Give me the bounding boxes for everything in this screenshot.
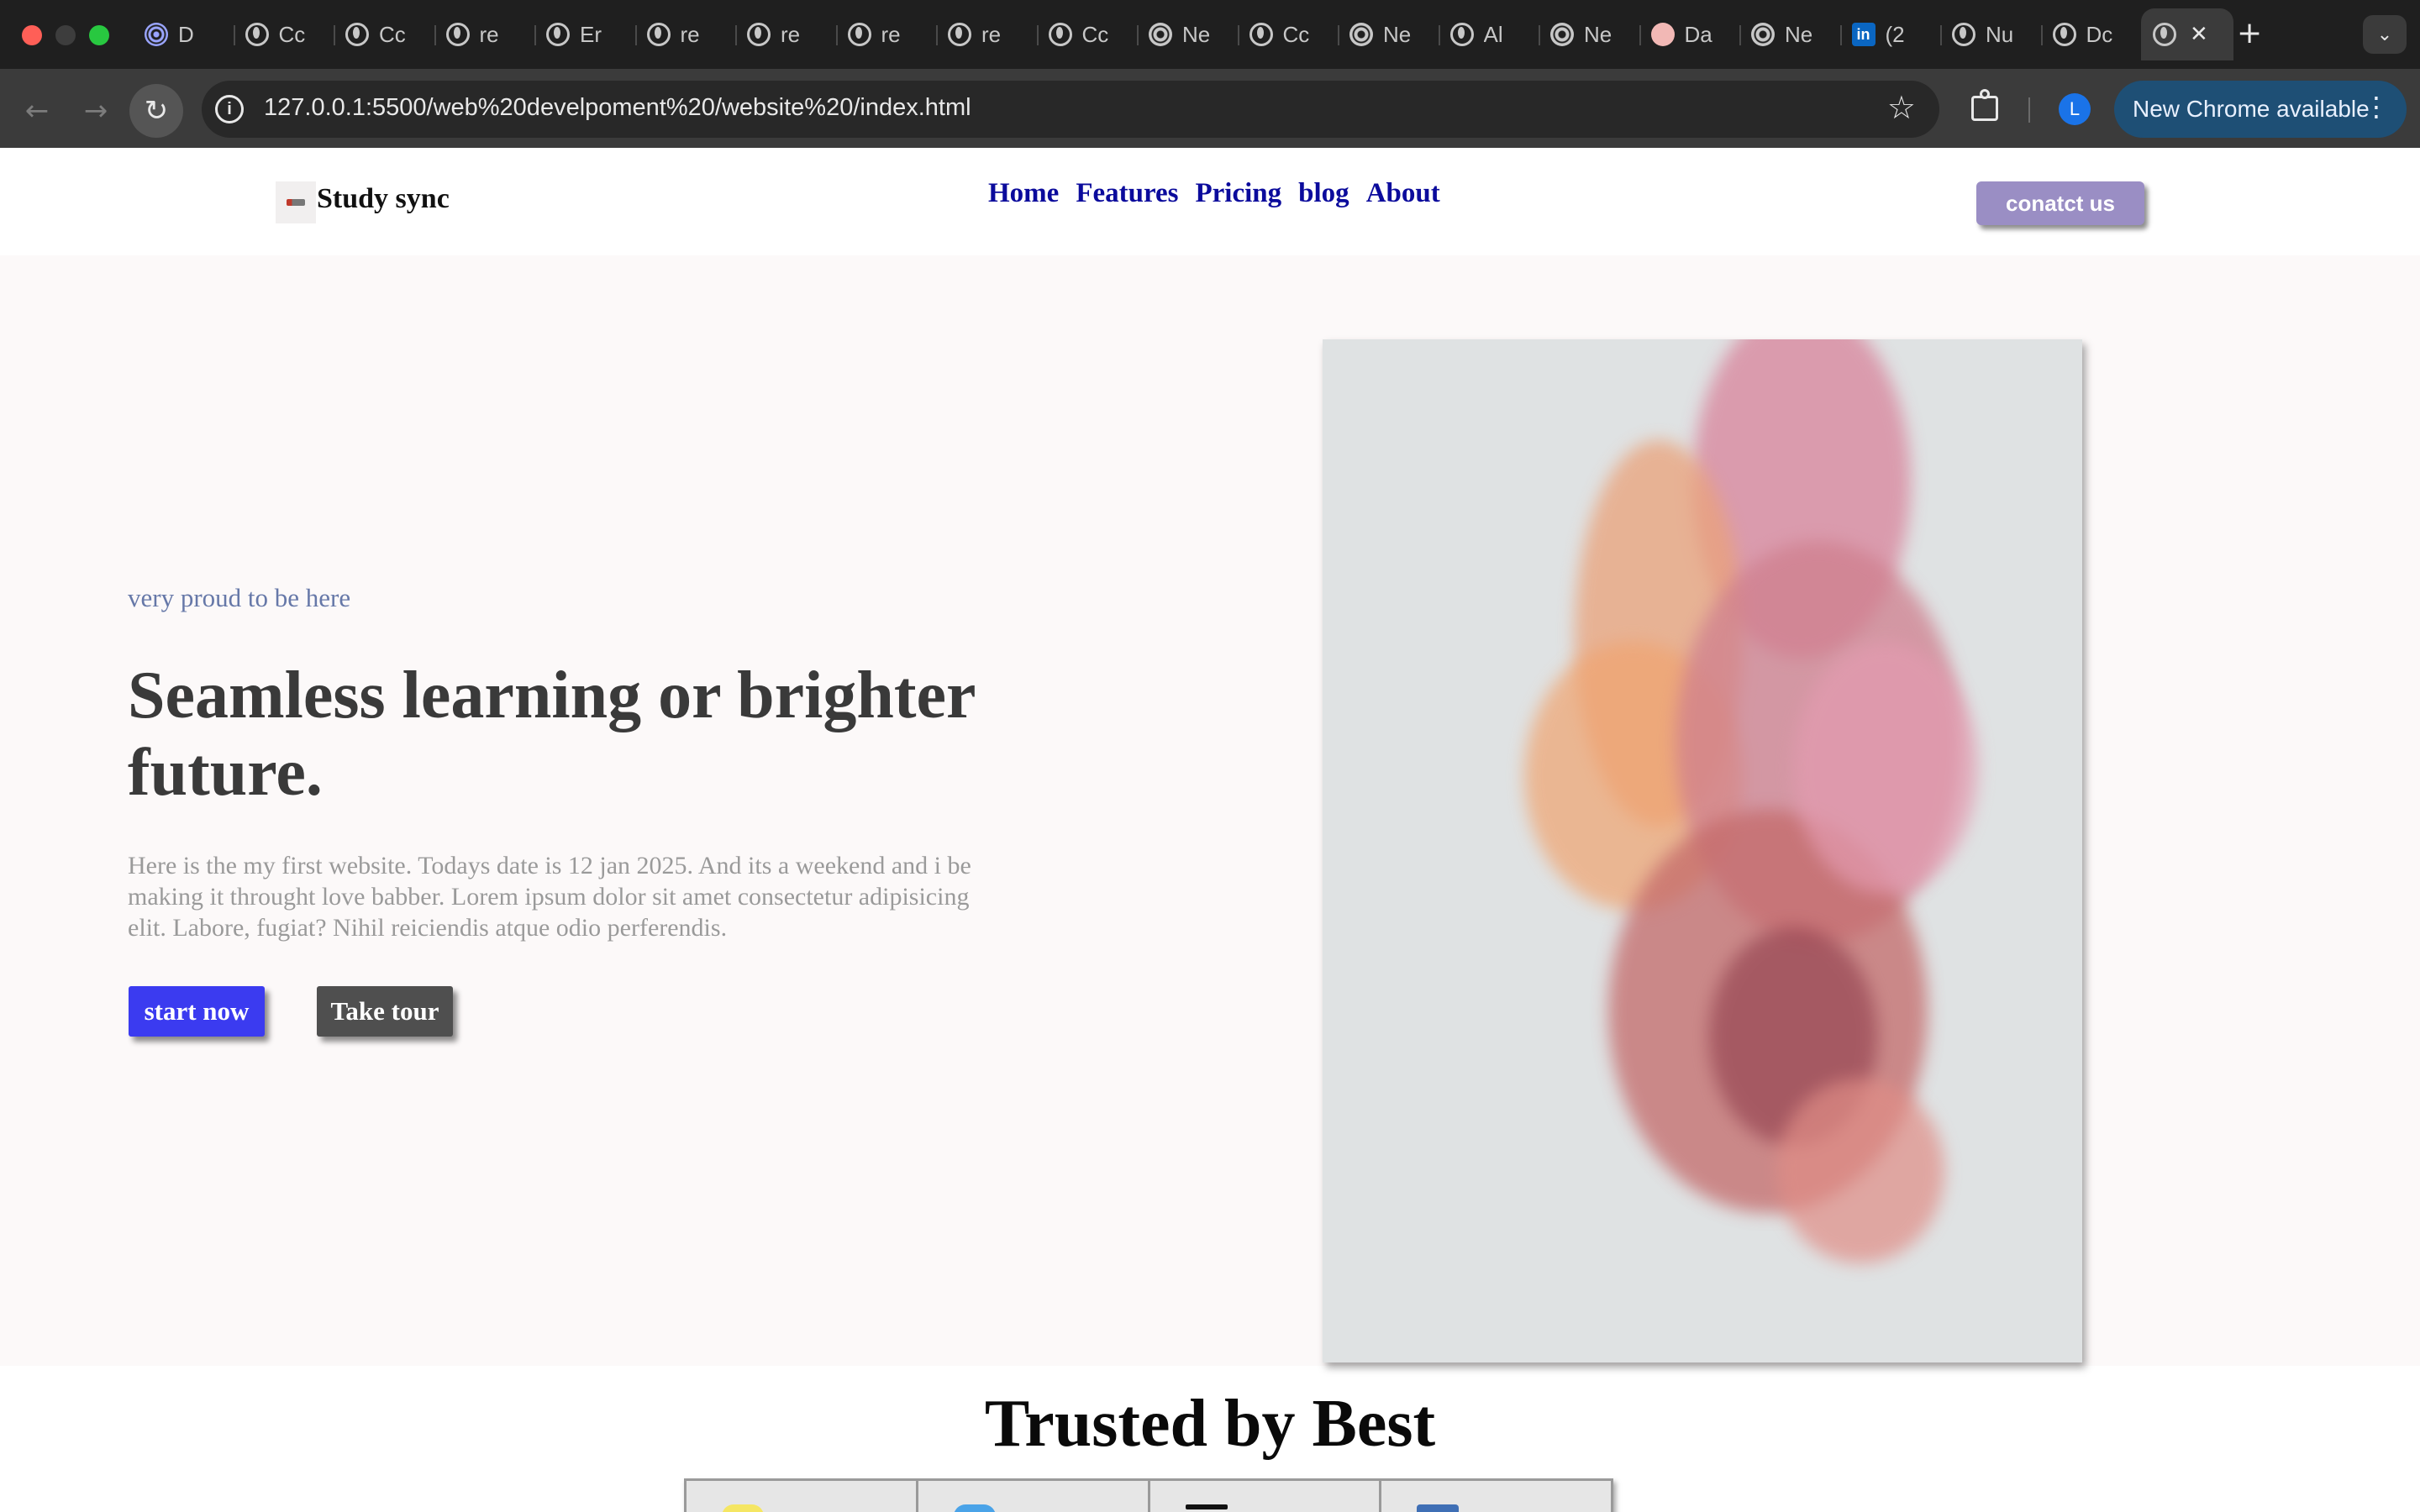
linkedin-icon: in (1851, 23, 1876, 46)
update-chrome-button[interactable]: New Chrome available ⋮ (2114, 81, 2407, 138)
new-tab-button[interactable]: + (2237, 15, 2262, 52)
close-window-button[interactable] (22, 25, 42, 45)
partner-logo (1381, 1481, 1611, 1512)
take-tour-button[interactable]: Take tour (317, 986, 453, 1037)
browser-tab[interactable]: re (936, 8, 1037, 60)
browser-tab[interactable]: Ne (1137, 8, 1238, 60)
start-now-button[interactable]: start now (129, 986, 265, 1037)
hero-ink-image (1323, 339, 2082, 1362)
globe-icon (1249, 23, 1273, 46)
chrome-menu-icon[interactable]: ⋮ (2363, 91, 2390, 123)
browser-toolbar: ← → ↻ i 127.0.0.1:5500/web%20develpoment… (0, 69, 2420, 148)
globe-icon (345, 23, 369, 46)
toolbar-divider (2028, 97, 2030, 123)
browser-tab[interactable]: in (2 (1839, 8, 1941, 60)
browser-tab[interactable]: Dc (2040, 8, 2142, 60)
partner-logo-strip (684, 1478, 1613, 1512)
contact-us-button[interactable]: conatct us (1976, 181, 2144, 225)
site-info-icon[interactable]: i (215, 95, 244, 123)
target-icon (145, 23, 168, 46)
nav-link-home[interactable]: Home (988, 178, 1059, 209)
extensions-icon[interactable] (1966, 89, 2005, 128)
logo-image[interactable] (276, 181, 316, 223)
address-bar[interactable]: i 127.0.0.1:5500/web%20develpoment%20/we… (202, 81, 1939, 138)
chrome-icon (1550, 23, 1574, 46)
globe-icon (245, 23, 269, 46)
browser-tab[interactable]: Ne (1338, 8, 1439, 60)
globe-icon (747, 23, 771, 46)
partner-logo (1150, 1481, 1382, 1512)
browser-tab[interactable]: Cc (233, 8, 334, 60)
update-chrome-label: New Chrome available (2133, 96, 2370, 122)
close-tab-icon[interactable]: ✕ (2190, 22, 2208, 47)
globe-icon (2153, 23, 2176, 46)
globe-icon (1048, 23, 1072, 46)
tab-list: D Cc Cc re Er re re re re Cc Ne Cc Ne Al… (133, 8, 2233, 60)
site-header: Study sync Home Features Pricing blog Ab… (0, 148, 2420, 255)
globe-icon (2052, 23, 2076, 46)
site-logo-text[interactable]: Study sync (317, 183, 450, 215)
browser-tab[interactable]: Cc (1237, 8, 1339, 60)
chrome-icon (1751, 23, 1775, 46)
chrome-icon (1149, 23, 1172, 46)
browser-tab[interactable]: Da (1639, 8, 1740, 60)
nav-link-pricing[interactable]: Pricing (1196, 178, 1282, 209)
hero-description: Here is the my first website. Todays dat… (128, 852, 971, 942)
browser-tab[interactable]: Ne (1539, 8, 1639, 60)
reload-button[interactable]: ↻ (129, 84, 183, 138)
browser-tab[interactable]: re (835, 8, 937, 60)
browser-tab[interactable]: Cc (1036, 8, 1138, 60)
globe-icon (546, 23, 570, 46)
chrome-icon (1349, 23, 1373, 46)
globe-icon (646, 23, 671, 46)
minimize-window-button[interactable] (55, 25, 76, 45)
hero-headline: Seamless learning or brighter future. (128, 659, 976, 810)
partner-logo (918, 1481, 1150, 1512)
partner-logo (687, 1481, 918, 1512)
hero-tagline: very proud to be here (128, 583, 351, 612)
browser-tab[interactable]: Er (534, 8, 635, 60)
browser-tab[interactable]: Ne (1739, 8, 1840, 60)
back-button[interactable]: ← (12, 87, 62, 134)
globe-icon (1449, 23, 1474, 46)
face-icon (1650, 23, 1675, 46)
trusted-heading: Trusted by Best (984, 1387, 1436, 1461)
browser-tab[interactable]: Nu (1940, 8, 2041, 60)
globe-icon (948, 23, 971, 46)
browser-tab[interactable]: re (634, 8, 736, 60)
site-nav: Home Features Pricing blog About (988, 178, 1440, 209)
profile-avatar[interactable]: L (2059, 93, 2091, 125)
browser-tab-strip: D Cc Cc re Er re re re re Cc Ne Cc Ne Al… (0, 0, 2420, 69)
nav-link-features[interactable]: Features (1076, 178, 1178, 209)
hero-section: very proud to be here Seamless learning … (0, 255, 2420, 1366)
globe-icon (847, 23, 871, 46)
nav-link-about[interactable]: About (1366, 178, 1440, 209)
forward-button[interactable]: → (71, 87, 121, 134)
tab-search-button[interactable]: ⌄ (2363, 15, 2407, 54)
bookmark-star-icon[interactable]: ☆ (1887, 89, 1916, 126)
browser-tab-active[interactable]: ✕ (2141, 8, 2233, 60)
browser-tab[interactable]: re (434, 8, 535, 60)
globe-icon (445, 23, 470, 46)
address-url[interactable]: 127.0.0.1:5500/web%20develpoment%20/webs… (264, 94, 971, 122)
maximize-window-button[interactable] (89, 25, 109, 45)
nav-link-blog[interactable]: blog (1298, 178, 1349, 209)
browser-tab[interactable]: Al (1438, 8, 1539, 60)
web-page: Study sync Home Features Pricing blog Ab… (0, 148, 2420, 1512)
browser-tab[interactable]: D (133, 8, 234, 60)
globe-icon (1952, 23, 1975, 46)
browser-tab[interactable]: re (735, 8, 836, 60)
browser-tab[interactable]: Cc (334, 8, 434, 60)
